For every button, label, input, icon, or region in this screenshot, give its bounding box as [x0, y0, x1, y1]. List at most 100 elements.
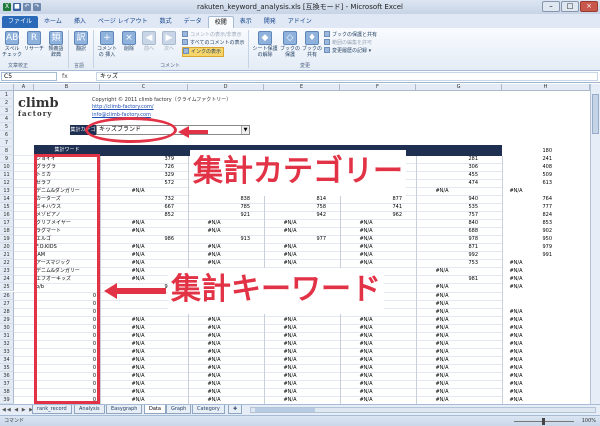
value-cell[interactable]: #N/A: [254, 380, 326, 388]
row-header[interactable]: 6: [0, 131, 14, 140]
value-cell[interactable]: #N/A: [178, 227, 250, 235]
value-cell[interactable]: 474: [406, 179, 478, 187]
value-cell[interactable]: #N/A: [406, 308, 478, 316]
value-cell[interactable]: #N/A: [178, 243, 250, 251]
row-header[interactable]: 5: [0, 123, 14, 132]
track-changes[interactable]: 変更履歴の記録 ▾: [324, 47, 371, 55]
value-cell[interactable]: #N/A: [406, 356, 478, 364]
value-cell[interactable]: #N/A: [102, 324, 174, 332]
delete-comment-button[interactable]: × 削除: [120, 31, 138, 52]
value-cell[interactable]: #N/A: [254, 372, 326, 380]
zoom-knob[interactable]: [542, 418, 545, 425]
row-header[interactable]: 10: [0, 163, 14, 172]
value-cell[interactable]: 667: [102, 203, 174, 211]
value-cell[interactable]: #N/A: [330, 316, 402, 324]
row-header[interactable]: 23: [0, 267, 14, 276]
value-cell[interactable]: #N/A: [178, 356, 250, 364]
value-cell[interactable]: #N/A: [480, 267, 552, 275]
value-cell[interactable]: #N/A: [406, 316, 478, 324]
value-cell[interactable]: #N/A: [102, 259, 174, 267]
value-cell[interactable]: #N/A: [102, 219, 174, 227]
row-header[interactable]: 19: [0, 235, 14, 244]
column-header[interactable]: A: [14, 84, 34, 91]
value-cell[interactable]: #N/A: [254, 219, 326, 227]
value-cell[interactable]: 741: [330, 203, 402, 211]
value-cell[interactable]: #N/A: [254, 332, 326, 340]
website-link[interactable]: http://climb-factory.com/: [92, 104, 154, 110]
value-cell[interactable]: 978: [406, 235, 478, 243]
sheet-tab-category[interactable]: Category: [192, 405, 225, 414]
row-header[interactable]: 4: [0, 115, 14, 124]
value-cell[interactable]: #N/A: [178, 332, 250, 340]
value-cell[interactable]: #N/A: [254, 316, 326, 324]
sheet-tab-rank-record[interactable]: rank_record: [32, 405, 72, 414]
unprotect-sheet-button[interactable]: ◆ シート保護 の解除: [252, 31, 278, 58]
tab-page-layout[interactable]: ページ レイアウト: [92, 16, 154, 28]
value-cell[interactable]: #N/A: [178, 324, 250, 332]
value-cell[interactable]: #N/A: [406, 396, 478, 404]
row-header[interactable]: 18: [0, 227, 14, 236]
value-cell[interactable]: #N/A: [406, 364, 478, 372]
row-header[interactable]: 25: [0, 283, 14, 292]
name-box[interactable]: C5: [1, 72, 57, 81]
value-cell[interactable]: 840: [406, 219, 478, 227]
row-header[interactable]: 30: [0, 323, 14, 332]
value-cell[interactable]: #N/A: [330, 219, 402, 227]
value-cell[interactable]: 962: [330, 211, 402, 219]
value-cell[interactable]: #N/A: [178, 372, 250, 380]
tab-insert[interactable]: 挿入: [68, 16, 92, 28]
value-cell[interactable]: #N/A: [406, 292, 478, 300]
value-cell[interactable]: #N/A: [330, 259, 402, 267]
value-cell[interactable]: #N/A: [330, 324, 402, 332]
value-cell[interactable]: #N/A: [102, 380, 174, 388]
value-cell[interactable]: #N/A: [254, 251, 326, 259]
column-header[interactable]: H: [502, 84, 590, 91]
zoom-slider[interactable]: [514, 418, 574, 425]
value-cell[interactable]: #N/A: [102, 348, 174, 356]
value-cell[interactable]: 535: [406, 203, 478, 211]
row-header[interactable]: 17: [0, 219, 14, 228]
value-cell[interactable]: 455: [406, 171, 478, 179]
tab-file[interactable]: ファイル: [2, 16, 39, 28]
value-cell[interactable]: #N/A: [254, 227, 326, 235]
value-cell[interactable]: 379: [102, 155, 174, 163]
value-cell[interactable]: #N/A: [330, 396, 402, 404]
close-button[interactable]: ×: [580, 1, 598, 12]
formula-input[interactable]: キッズ: [96, 72, 598, 81]
value-cell[interactable]: 824: [480, 211, 552, 219]
value-cell[interactable]: #N/A: [330, 332, 402, 340]
value-cell[interactable]: #N/A: [480, 348, 552, 356]
fx-icon[interactable]: fx: [62, 72, 68, 81]
zoom-level[interactable]: 100%: [582, 418, 596, 425]
row-header[interactable]: 38: [0, 387, 14, 396]
value-cell[interactable]: #N/A: [480, 364, 552, 372]
value-cell[interactable]: 726: [102, 163, 174, 171]
value-cell[interactable]: #N/A: [406, 267, 478, 275]
protect-workbook-button[interactable]: ◇ ブックの 保護: [280, 31, 300, 58]
row-header[interactable]: 2: [0, 99, 14, 108]
column-header[interactable]: D: [188, 84, 264, 91]
value-cell[interactable]: #N/A: [406, 380, 478, 388]
value-cell[interactable]: #N/A: [330, 388, 402, 396]
column-header[interactable]: C: [100, 84, 188, 91]
protect-and-share[interactable]: ブックの保護と共有: [324, 31, 377, 39]
value-cell[interactable]: #N/A: [480, 275, 552, 283]
value-cell[interactable]: #N/A: [330, 356, 402, 364]
value-cell[interactable]: #N/A: [102, 187, 174, 195]
row-header[interactable]: 29: [0, 315, 14, 324]
value-cell[interactable]: #N/A: [254, 364, 326, 372]
sheet-tab-graph[interactable]: Graph: [166, 405, 192, 414]
value-cell[interactable]: 241: [480, 155, 552, 163]
value-cell[interactable]: #N/A: [480, 380, 552, 388]
row-header[interactable]: 26: [0, 291, 14, 300]
value-cell[interactable]: #N/A: [102, 340, 174, 348]
value-cell[interactable]: #N/A: [406, 324, 478, 332]
value-cell[interactable]: #N/A: [330, 372, 402, 380]
value-cell[interactable]: 921: [178, 211, 250, 219]
value-cell[interactable]: #N/A: [406, 187, 478, 195]
dropdown-arrow-icon[interactable]: ▼: [241, 126, 249, 134]
value-cell[interactable]: 777: [480, 203, 552, 211]
value-cell[interactable]: 942: [254, 211, 326, 219]
row-header[interactable]: 36: [0, 371, 14, 380]
value-cell[interactable]: 732: [102, 195, 174, 203]
